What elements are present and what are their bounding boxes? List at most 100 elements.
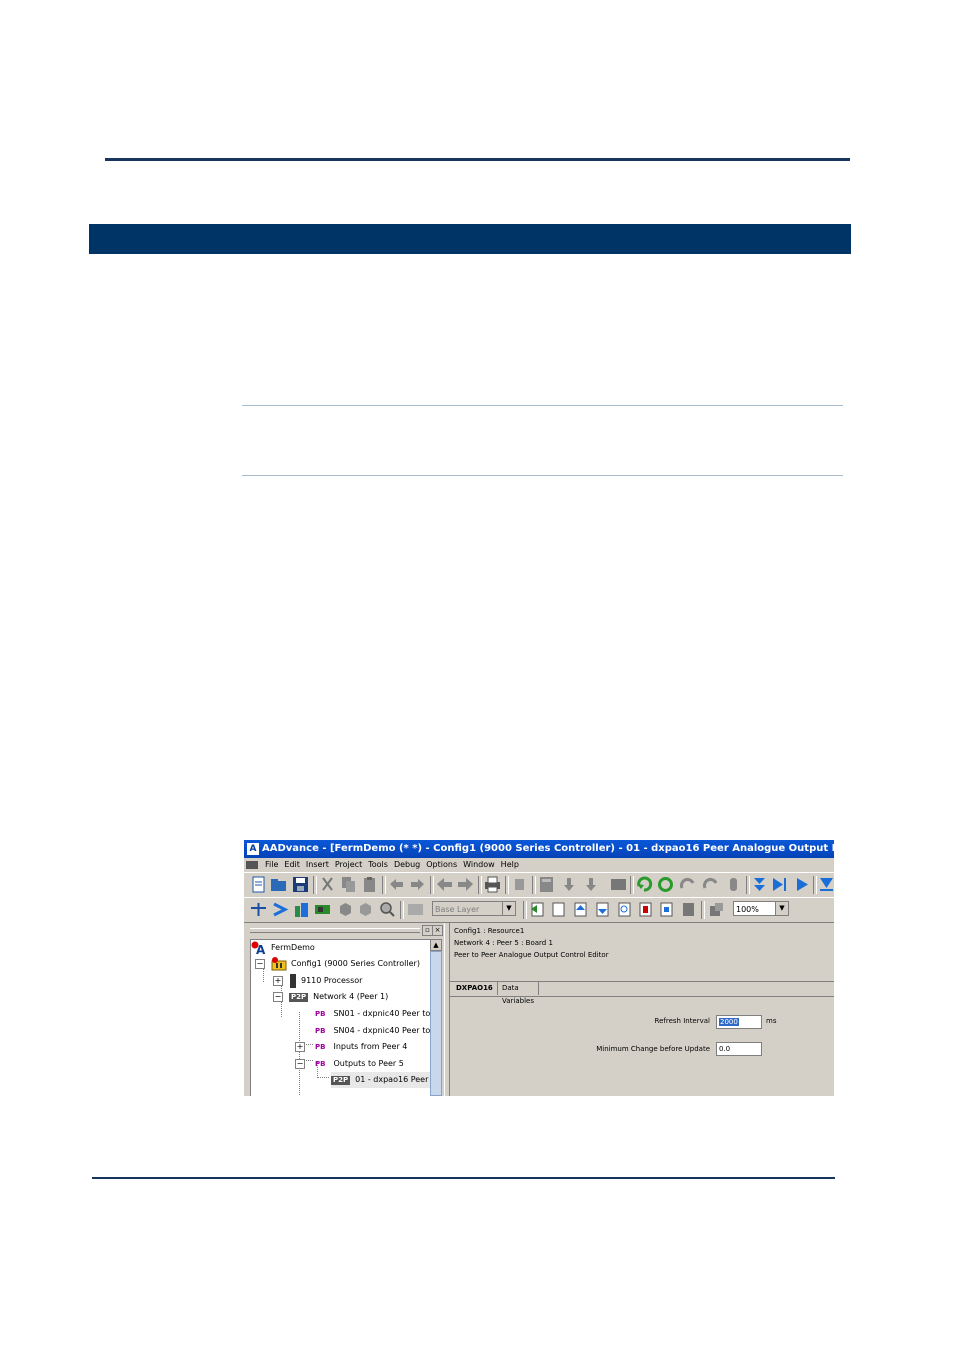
tree-node-label: 9110 Processor <box>301 976 363 985</box>
move-down-icon[interactable] <box>594 901 611 918</box>
tree-node-network[interactable]: − P2P Network 4 (Peer 1) <box>251 989 388 1005</box>
menu-tools[interactable]: Tools <box>365 858 391 872</box>
editor-form: Refresh Interval 2000 ms Minimum Change … <box>450 996 834 1096</box>
tree-node-sn04[interactable]: PB SN04 - dxpnic40 Peer to Peer <box>315 1023 431 1039</box>
toolbar-main <box>244 872 834 898</box>
tree-node-outputs[interactable]: − PB Outputs to Peer 5 <box>251 1056 404 1072</box>
step-into-icon[interactable] <box>751 876 768 893</box>
redo-icon[interactable] <box>409 876 426 893</box>
expand-icon[interactable]: + <box>273 976 283 986</box>
properties-icon[interactable] <box>658 901 675 918</box>
hexagon-icon[interactable] <box>337 901 354 918</box>
tree-node-config[interactable]: − Config1 (9000 Series Controller) <box>251 956 420 972</box>
import-icon[interactable] <box>529 901 546 918</box>
menu-help[interactable]: Help <box>498 858 522 872</box>
layers-icon[interactable] <box>407 901 424 918</box>
refresh-interval-input[interactable]: 2000 <box>716 1015 762 1029</box>
zoom-select-value: 100% <box>736 905 759 914</box>
chevron-down-icon: ▼ <box>775 902 788 915</box>
tree-node-label: SN04 - dxpnic40 Peer to Peer <box>333 1026 431 1035</box>
p2p-icon: P2P <box>289 993 309 1002</box>
zoom-select[interactable]: 100% ▼ <box>733 901 789 916</box>
menu-file[interactable]: File <box>262 858 281 872</box>
refresh-interval-value: 2000 <box>719 1018 739 1026</box>
menu-debug[interactable]: Debug <box>391 858 423 872</box>
note-bottom-rule <box>242 475 843 476</box>
step-over-icon[interactable] <box>702 876 719 893</box>
collapse-icon[interactable]: − <box>295 1059 305 1069</box>
download-changes-icon[interactable] <box>583 876 600 893</box>
board-icon[interactable] <box>314 901 331 918</box>
link-icon[interactable] <box>272 901 289 918</box>
tree-node-label: Inputs from Peer 4 <box>333 1042 408 1051</box>
monitor-icon[interactable] <box>610 876 627 893</box>
toolbar-separator <box>313 876 317 894</box>
tree-connector <box>317 1077 329 1078</box>
menu-insert[interactable]: Insert <box>303 858 332 872</box>
undo-icon[interactable] <box>388 876 405 893</box>
tree-node-project[interactable]: A FermDemo <box>251 940 315 956</box>
filter-icon[interactable] <box>818 876 834 893</box>
calculator-icon[interactable] <box>538 876 555 893</box>
toolbar-separator <box>701 901 705 919</box>
search-icon[interactable] <box>379 901 396 918</box>
back-icon[interactable] <box>436 876 453 893</box>
min-change-input[interactable]: 0.0 <box>716 1042 762 1056</box>
step-icon[interactable] <box>679 876 696 893</box>
copy-icon[interactable] <box>340 876 357 893</box>
tree-node-processor[interactable]: + 9110 Processor <box>251 973 362 989</box>
project-icon: A <box>251 941 266 955</box>
tree-node-sn01[interactable]: PB SN01 - dxpnic40 Peer to Peer <box>315 1006 431 1022</box>
min-change-value: 0.0 <box>719 1045 731 1053</box>
find-icon[interactable] <box>511 876 528 893</box>
menu-edit[interactable]: Edit <box>281 858 303 872</box>
library-icon[interactable] <box>293 901 310 918</box>
toolbar-separator <box>478 876 482 894</box>
menu-options[interactable]: Options <box>423 858 460 872</box>
cut-icon[interactable] <box>319 876 336 893</box>
sync-icon[interactable] <box>657 876 674 893</box>
zoom-icon[interactable] <box>708 901 725 918</box>
download-icon[interactable] <box>562 876 579 893</box>
menu-window[interactable]: Window <box>460 858 498 872</box>
collapse-icon[interactable]: − <box>273 992 283 1002</box>
tab-dxpao16[interactable]: DXPAO16 <box>452 982 498 995</box>
zoom-doc-icon[interactable] <box>616 901 633 918</box>
resource-path: Config1 : Resource1 <box>454 927 525 935</box>
tab-data-variables[interactable]: Data Variables <box>498 982 539 1005</box>
collapse-icon[interactable]: − <box>255 959 265 969</box>
scroll-thumb[interactable] <box>430 951 442 1096</box>
tree-node-inputs[interactable]: + PB Inputs from Peer 4 <box>251 1039 407 1055</box>
peer-board-icon: PB <box>315 1010 326 1018</box>
menu-bar: File Edit Insert Project Tools Debug Options Wi… <box>244 858 834 872</box>
paste-icon[interactable] <box>361 876 378 893</box>
move-up-icon[interactable] <box>572 901 589 918</box>
expand-icon[interactable]: + <box>295 1042 305 1052</box>
stop-icon[interactable] <box>725 876 742 893</box>
run-icon[interactable] <box>794 876 811 893</box>
print-icon[interactable] <box>484 876 501 893</box>
number-icon[interactable] <box>637 901 654 918</box>
export-icon[interactable] <box>550 901 567 918</box>
tree-scrollbar[interactable]: ▲ <box>430 939 442 1096</box>
tree-node-board[interactable]: P2P 01 - dxpao16 Peer Analo <box>331 1072 431 1088</box>
forward-icon[interactable] <box>457 876 474 893</box>
network-icon[interactable] <box>250 901 267 918</box>
open-icon[interactable] <box>270 876 287 893</box>
refresh-icon[interactable] <box>636 876 653 893</box>
chevron-down-icon: ▼ <box>502 902 515 915</box>
scroll-up-icon[interactable]: ▲ <box>430 939 442 951</box>
save-icon[interactable] <box>292 876 309 893</box>
pane-grip[interactable] <box>250 928 420 933</box>
run-to-icon[interactable] <box>771 876 788 893</box>
page-icon[interactable] <box>680 901 697 918</box>
layer-select[interactable]: Base Layer ▼ <box>432 901 516 916</box>
document-icon[interactable] <box>246 861 258 869</box>
module-icon[interactable] <box>357 901 374 918</box>
processor-icon <box>290 973 296 988</box>
close-pane-icon[interactable]: × <box>432 925 443 936</box>
board-path: Network 4 : Peer 5 : Board 1 <box>454 939 553 947</box>
new-icon[interactable] <box>250 876 267 893</box>
toolbar-separator <box>532 876 536 894</box>
menu-project[interactable]: Project <box>332 858 365 872</box>
